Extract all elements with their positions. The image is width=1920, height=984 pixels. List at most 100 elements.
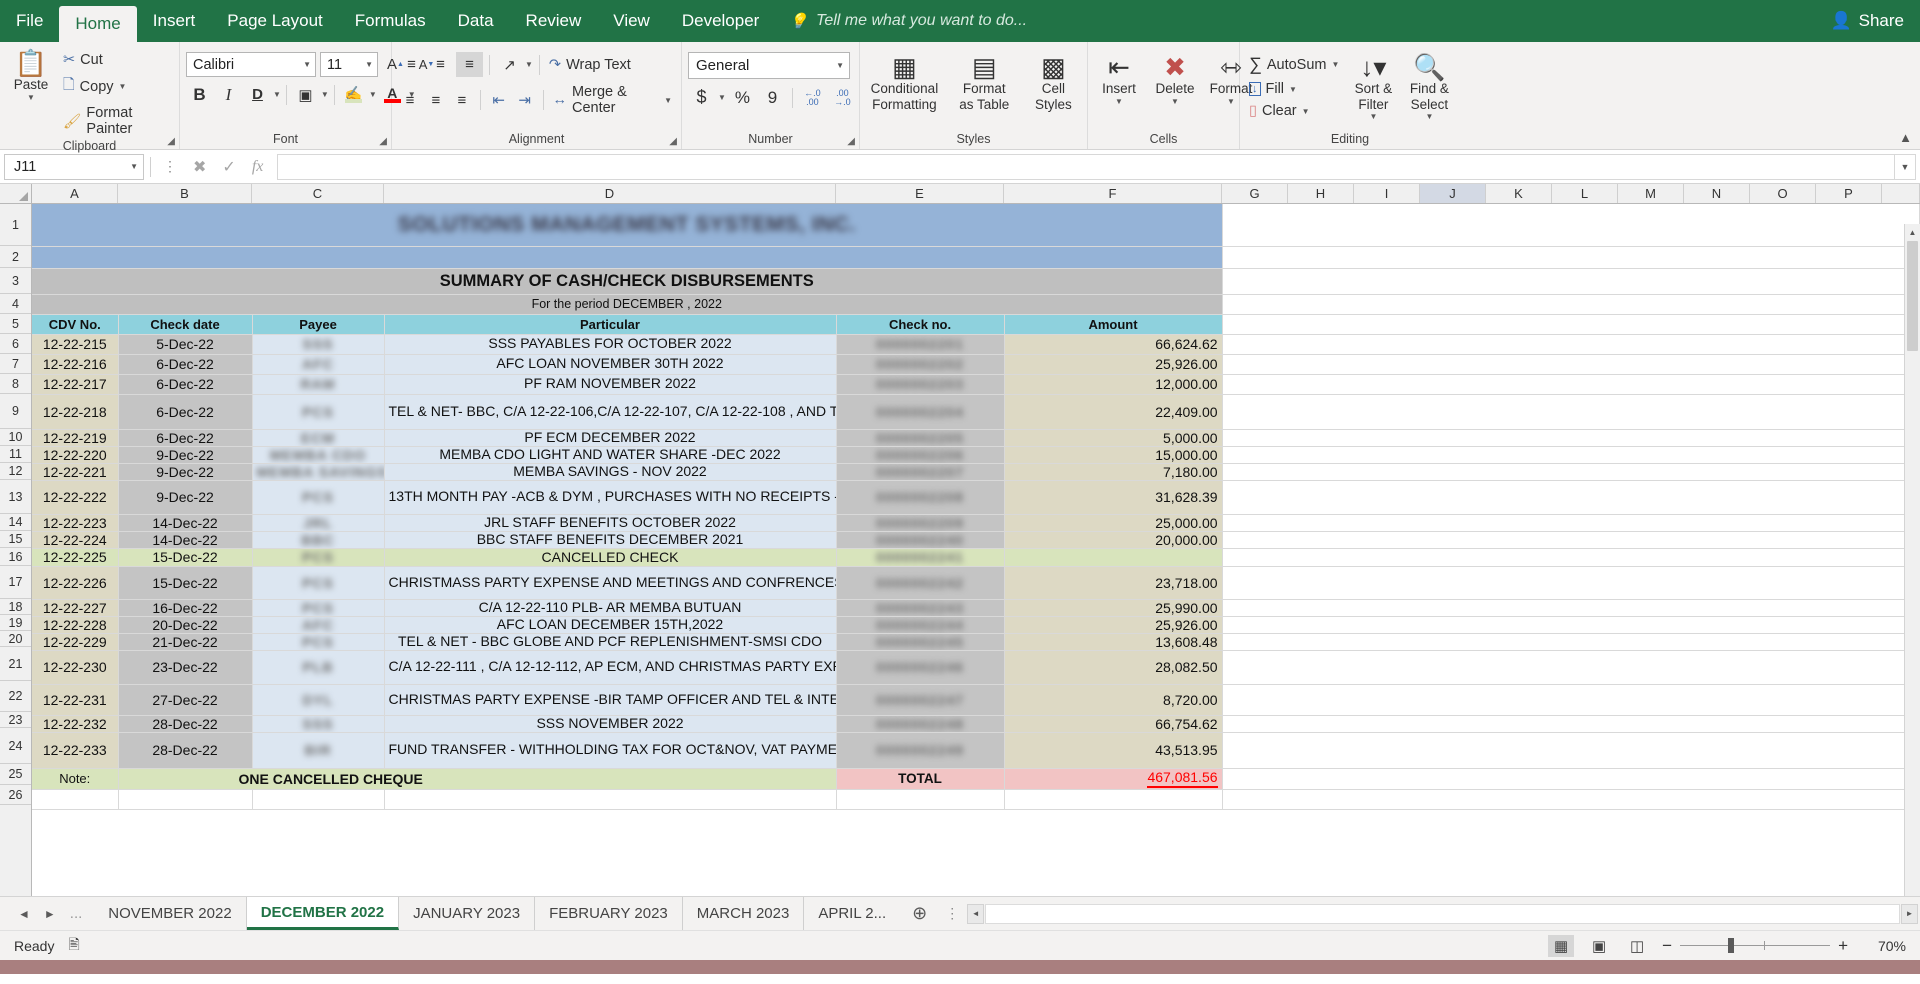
percent-format-button[interactable]: % <box>729 85 756 110</box>
align-right-button[interactable]: ≡ <box>450 88 474 113</box>
row-header-5[interactable]: 5 <box>0 314 31 334</box>
empty-cell[interactable] <box>1222 684 1920 716</box>
row-header-15[interactable]: 15 <box>0 531 31 548</box>
row-header-1[interactable]: 1 <box>0 204 31 246</box>
header-check-no[interactable]: Check no. <box>836 314 1005 335</box>
borders-button[interactable]: ▣ <box>292 82 319 107</box>
column-header-l[interactable]: L <box>1552 184 1618 203</box>
cell-payee[interactable]: MEMBA SAVINGS <box>252 463 385 481</box>
sheet-list-icon[interactable]: ⋮ <box>939 897 965 930</box>
empty-cell[interactable] <box>1222 531 1920 549</box>
row-header-24[interactable]: 24 <box>0 728 31 764</box>
cell-cdv[interactable]: 12-22-232 <box>32 715 119 733</box>
insert-cells-button[interactable]: ⇤ Insert ▼ <box>1094 50 1144 109</box>
ribbon-tab-page-layout[interactable]: Page Layout <box>211 0 338 42</box>
conditional-formatting-button[interactable]: ▦ Conditional Formatting <box>866 50 943 115</box>
share-button[interactable]: 👤 Share <box>1830 0 1904 42</box>
fill-button[interactable]: ↓ Fill ▼ <box>1246 79 1342 99</box>
increase-decimal-button[interactable]: ←.0.00 <box>799 85 826 110</box>
cell-particular[interactable]: AFC LOAN DECEMBER 15TH,2022 <box>384 616 837 634</box>
header-particular[interactable]: Particular <box>384 314 837 335</box>
column-header-c[interactable]: C <box>252 184 384 203</box>
cell-particular[interactable]: C/A 12-22-110 PLB- AR MEMBA BUTUAN <box>384 599 837 617</box>
cell-payee[interactable]: PCS <box>252 599 385 617</box>
cell-payee[interactable]: SSS <box>252 715 385 733</box>
cell-cdv[interactable]: 12-22-221 <box>32 463 119 481</box>
ribbon-tab-developer[interactable]: Developer <box>666 0 776 42</box>
cell-check-date[interactable]: 23-Dec-22 <box>118 650 253 685</box>
cell-amount[interactable]: 23,718.00 <box>1004 566 1223 600</box>
merge-center-button[interactable]: ↔ Merge & Center ▼ <box>549 82 675 118</box>
cell-check-no[interactable]: 0000002244 <box>836 616 1005 634</box>
delete-cells-button[interactable]: ✖ Delete ▼ <box>1150 50 1200 109</box>
cell-check-no[interactable]: 0000002248 <box>836 715 1005 733</box>
empty-cell[interactable] <box>1222 394 1920 430</box>
more-options-icon[interactable]: ⋮ <box>157 158 183 175</box>
cell-check-date[interactable]: 16-Dec-22 <box>118 599 253 617</box>
cell-payee[interactable]: BIR <box>252 732 385 769</box>
cell-cdv[interactable]: 12-22-215 <box>32 334 119 355</box>
row-header-18[interactable]: 18 <box>0 599 31 615</box>
cell-particular[interactable]: PF ECM DECEMBER 2022 <box>384 429 837 447</box>
empty-cell[interactable] <box>1222 715 1920 733</box>
cell-check-date[interactable]: 9-Dec-22 <box>118 463 253 481</box>
column-header-k[interactable]: K <box>1486 184 1552 203</box>
cell-particular[interactable]: CHRISTMAS PARTY EXPENSE -BIR TAMP OFFICE… <box>384 684 837 716</box>
format-painter-button[interactable]: 🖌 Format Painter <box>60 103 173 139</box>
cell-amount[interactable]: 25,926.00 <box>1004 354 1223 375</box>
cell-payee[interactable]: RAM <box>252 374 385 395</box>
sheet-tab-december-2022[interactable]: DECEMBER 2022 <box>246 897 400 930</box>
number-dialog-launcher[interactable]: ◢ <box>847 136 855 147</box>
cell-check-date[interactable]: 28-Dec-22 <box>118 732 253 769</box>
ribbon-tab-formulas[interactable]: Formulas <box>339 0 442 42</box>
row-header-22[interactable]: 22 <box>0 681 31 712</box>
cell-check-date[interactable]: 5-Dec-22 <box>118 334 253 355</box>
cell-check-no[interactable]: 0000002243 <box>836 599 1005 617</box>
cell-cdv[interactable]: 12-22-220 <box>32 446 119 464</box>
cell-particular[interactable]: PF RAM NOVEMBER 2022 <box>384 374 837 395</box>
report-period-cell[interactable]: For the period DECEMBER , 2022 <box>32 294 1223 315</box>
horizontal-scroll-track[interactable] <box>985 903 1900 924</box>
row-header-26[interactable]: 26 <box>0 785 31 805</box>
empty-cell[interactable] <box>1222 446 1920 464</box>
column-header-n[interactable]: N <box>1684 184 1750 203</box>
cell-payee[interactable]: PLB <box>252 650 385 685</box>
align-bottom-button[interactable]: ≡ <box>456 52 483 77</box>
cell-check-no[interactable]: 0000002207 <box>836 463 1005 481</box>
empty-cell[interactable] <box>1222 246 1920 269</box>
cell-check-date[interactable]: 6-Dec-22 <box>118 394 253 430</box>
cell-check-date[interactable]: 28-Dec-22 <box>118 715 253 733</box>
cell-cdv[interactable]: 12-22-231 <box>32 684 119 716</box>
cell-check-date[interactable]: 6-Dec-22 <box>118 429 253 447</box>
row-header-23[interactable]: 23 <box>0 712 31 728</box>
cell-amount[interactable]: 66,624.62 <box>1004 334 1223 355</box>
column-header-h[interactable]: H <box>1288 184 1354 203</box>
empty-cell[interactable] <box>1222 204 1920 247</box>
tell-me-search[interactable]: 💡 Tell me what you want to do... <box>789 0 1027 42</box>
ribbon-tab-view[interactable]: View <box>597 0 666 42</box>
cell-amount[interactable]: 25,000.00 <box>1004 514 1223 532</box>
zoom-slider[interactable]: − + <box>1662 936 1848 956</box>
add-sheet-button[interactable]: ⊕ <box>900 897 939 930</box>
chevron-down-icon[interactable]: ▼ <box>321 90 329 99</box>
cell-check-no[interactable]: 0000002246 <box>836 650 1005 685</box>
cell-amount[interactable]: 7,180.00 <box>1004 463 1223 481</box>
cell-amount[interactable]: 25,990.00 <box>1004 599 1223 617</box>
empty-cell[interactable] <box>1222 429 1920 447</box>
cell-cdv[interactable]: 12-22-226 <box>32 566 119 600</box>
underline-button[interactable]: D <box>244 82 271 107</box>
empty-cell[interactable] <box>1222 354 1920 375</box>
empty-cell[interactable] <box>1222 650 1920 685</box>
normal-view-button[interactable]: ▦ <box>1548 934 1575 957</box>
cell-amount[interactable]: 25,926.00 <box>1004 616 1223 634</box>
cell-check-no[interactable]: 0000002203 <box>836 374 1005 395</box>
cell-check-no[interactable]: 0000002201 <box>836 334 1005 355</box>
page-layout-view-button[interactable]: ▣ <box>1586 935 1612 957</box>
cell-cdv[interactable]: 12-22-224 <box>32 531 119 549</box>
empty-cell[interactable] <box>1222 633 1920 651</box>
cell-cdv[interactable]: 12-22-217 <box>32 374 119 395</box>
cell-styles-button[interactable]: ▩ Cell Styles <box>1026 50 1081 115</box>
cell-payee[interactable]: PCS <box>252 566 385 600</box>
cell-cdv[interactable]: 12-22-233 <box>32 732 119 769</box>
cell-check-date[interactable]: 9-Dec-22 <box>118 480 253 515</box>
